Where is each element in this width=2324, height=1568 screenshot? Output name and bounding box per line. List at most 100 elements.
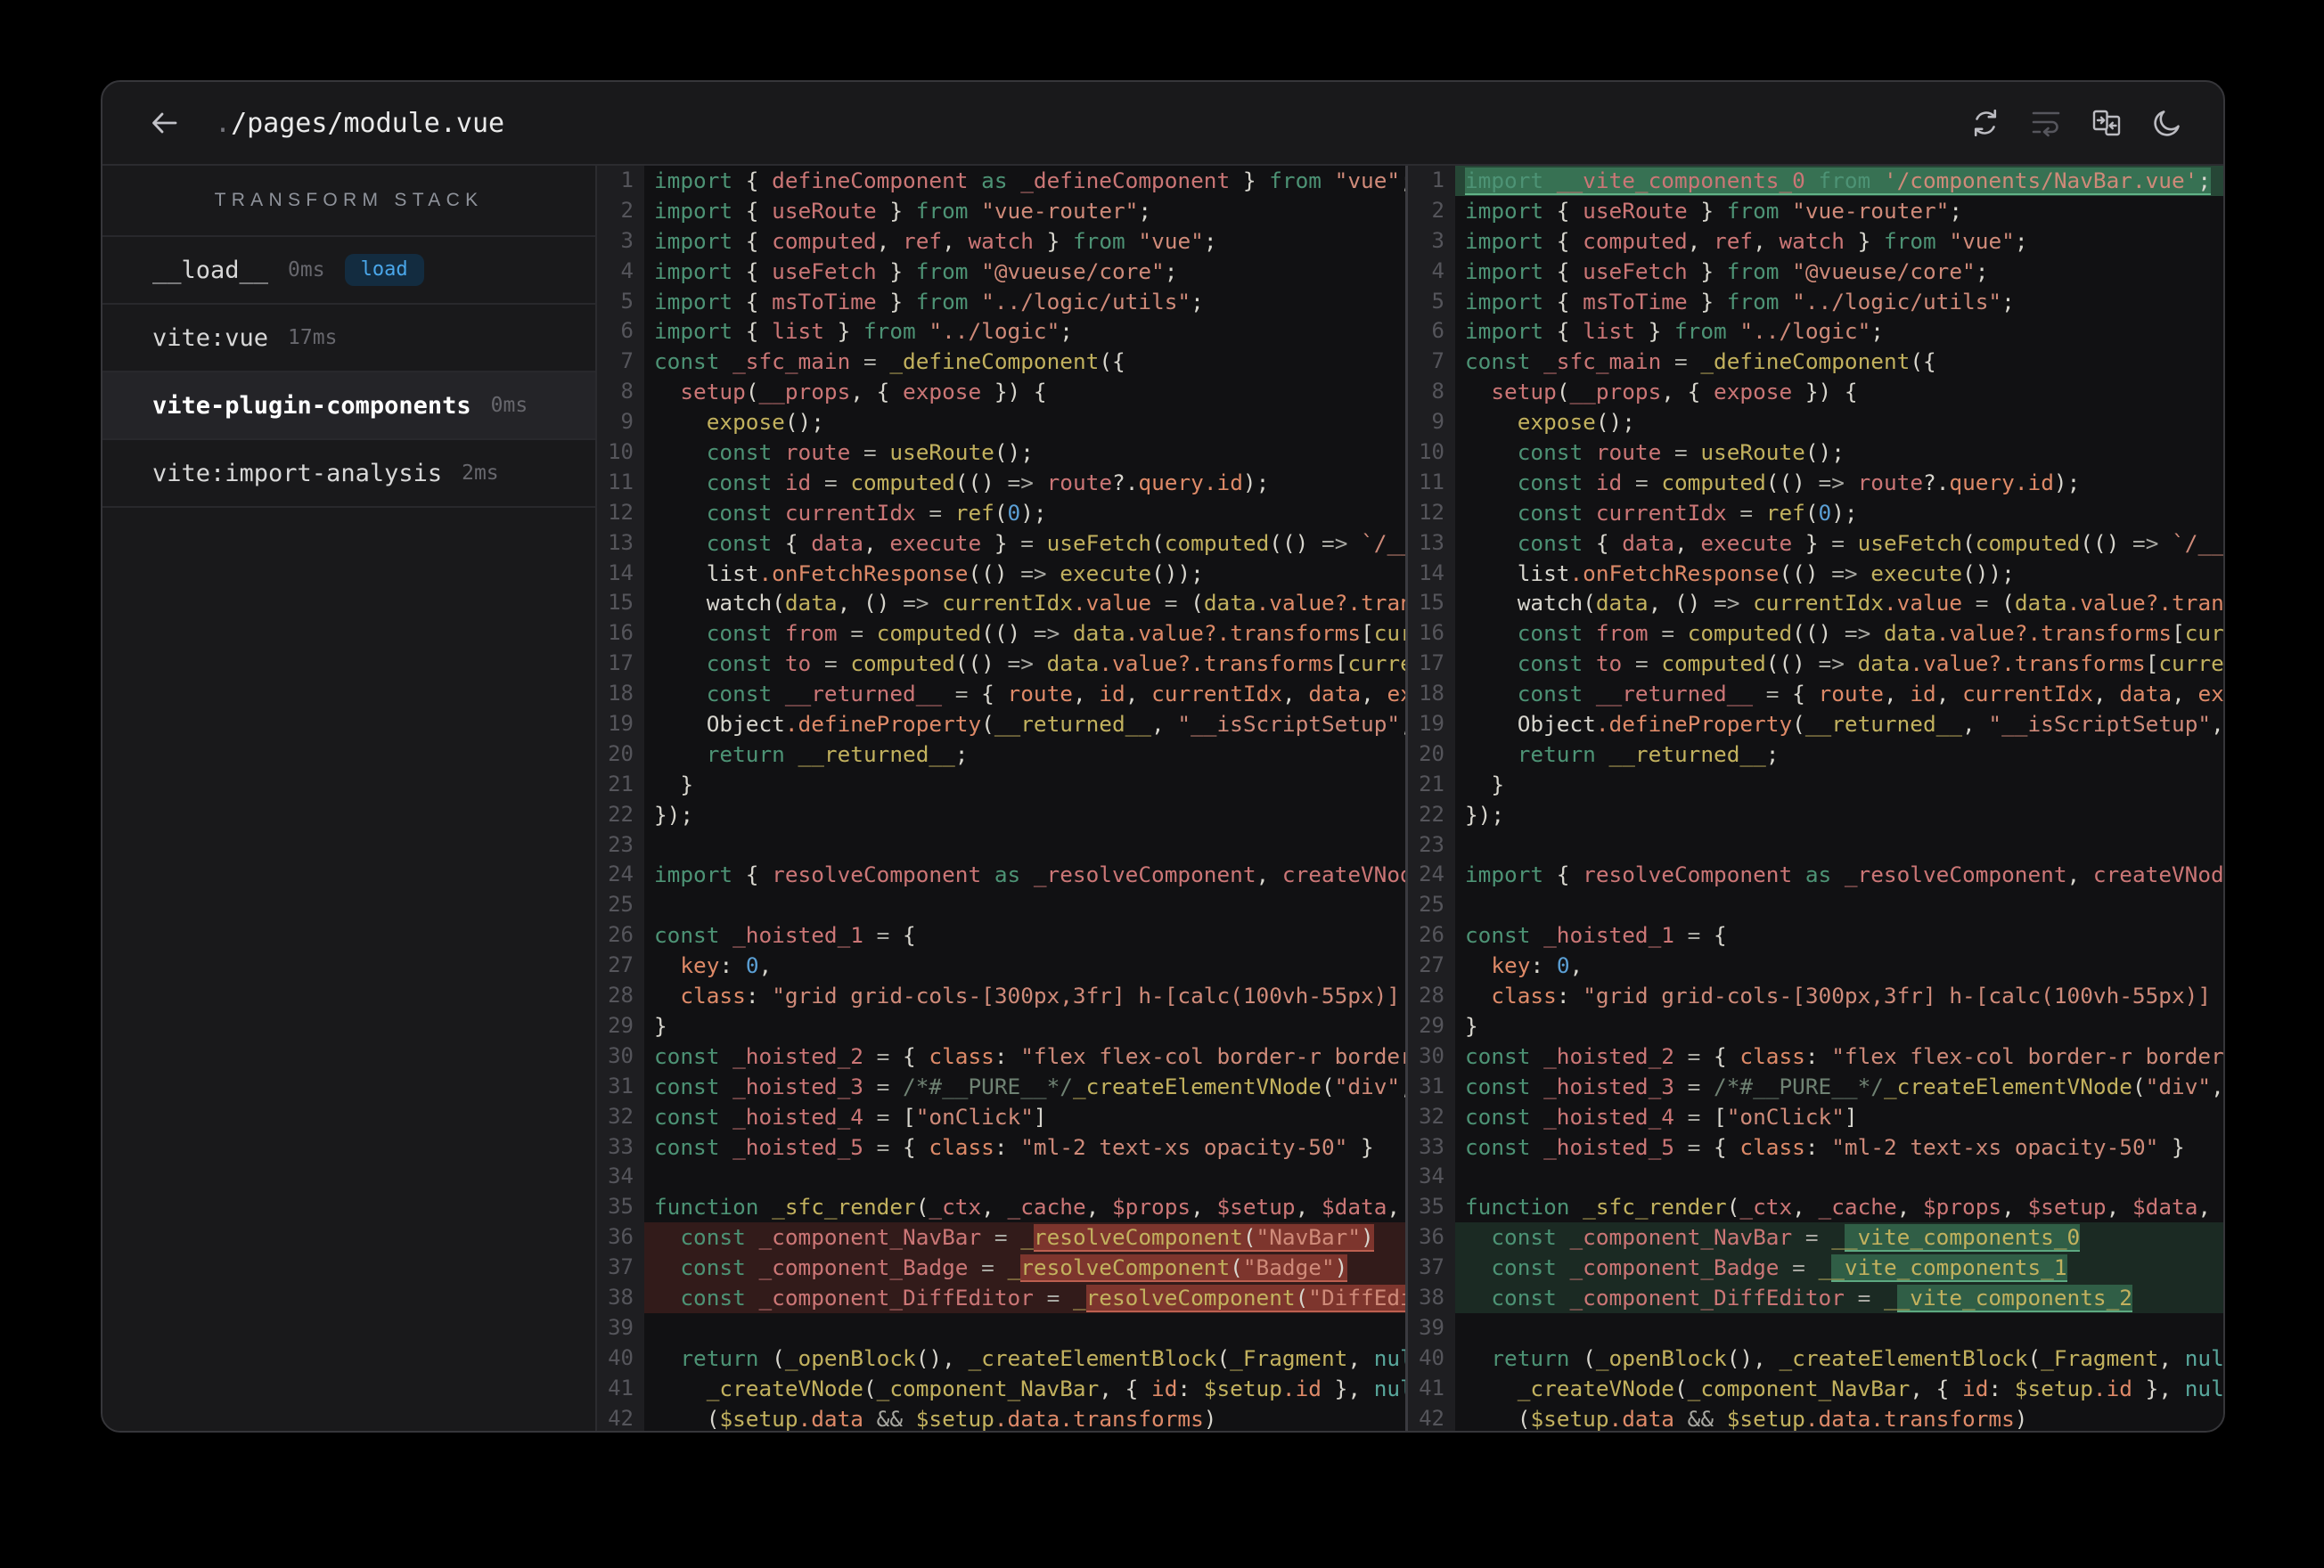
line-number: 29 [608, 1012, 634, 1038]
line-number: 19 [608, 711, 634, 737]
line-number: 12 [608, 499, 634, 525]
code-line: const id = computed(() => route?.query.i… [1517, 469, 2081, 495]
arrow-left-icon [152, 112, 177, 134]
code-line-removed: const _component_NavBar = _resolveCompon… [644, 1222, 1405, 1254]
line-number: 26 [608, 922, 634, 948]
code-line: const from = computed(() => data.value?.… [706, 620, 1405, 647]
code-line: class: "grid grid-cols-[300px,3fr] h-[ca… [680, 983, 1401, 1009]
sidebar-item-vite-vue[interactable]: vite:vue 17ms [102, 305, 595, 372]
line-number: 2 [1431, 197, 1444, 223]
refresh-icon [1974, 109, 1997, 137]
line-number: 34 [608, 1164, 634, 1189]
code-line: expose(); [706, 409, 824, 436]
file-path: ./pages/module.vue [215, 108, 504, 139]
line-number: 7 [620, 348, 634, 374]
line-number: 24 [608, 862, 634, 887]
code-line: import { useFetch } from "@vueuse/core"; [654, 257, 1178, 284]
code-line: return (_openBlock(), _createElementBloc… [680, 1344, 1405, 1371]
code-line: const to = computed(() => data.value?.tr… [706, 650, 1405, 677]
code-before: import { defineComponent as _defineCompo… [644, 166, 1405, 1431]
wrap-lines-button[interactable] [2029, 106, 2063, 140]
code-line-removed: const _component_DiffEditor = _resolveCo… [644, 1282, 1405, 1313]
line-number: 11 [1419, 469, 1444, 494]
line-number: 14 [1419, 559, 1444, 585]
line-number: 16 [608, 620, 634, 646]
line-number: 3 [1431, 227, 1444, 253]
line-number: 23 [1419, 831, 1444, 857]
file-path-prefix: . [215, 107, 232, 139]
line-number: 27 [608, 952, 634, 978]
line-number: 33 [608, 1133, 634, 1159]
code-line: const _sfc_main = _defineComponent({ [1465, 348, 1936, 375]
line-number: 13 [1419, 529, 1444, 555]
line-number-gutter-left: 1 2 3 4 5 6 7 8 9 10 11 12 13 14 15 16 17 18 19 20 21 22 23 24 2… [597, 166, 644, 1431]
code-line: key: 0, [1491, 952, 1583, 979]
code-line: const _hoisted_4 = ["onClick"] [654, 1103, 1047, 1130]
line-number: 30 [608, 1042, 634, 1068]
line-number: 17 [608, 650, 634, 676]
line-number: 39 [1419, 1314, 1444, 1340]
code-line: import { list } from "../logic"; [1465, 318, 1884, 345]
code-line: import { msToTime } from "../logic/utils… [1465, 288, 2015, 314]
code-line: const { data, execute } = useFetch(compu… [1517, 529, 2223, 556]
code-line: } [1465, 1012, 1478, 1039]
line-number: 41 [608, 1375, 634, 1401]
plugin-name: vite:import-analysis [152, 459, 443, 487]
line-number: 41 [1419, 1375, 1444, 1401]
back-button[interactable] [147, 105, 183, 141]
code-line: const route = useRoute(); [706, 439, 1034, 466]
code-line: watch(data, () => currentIdx.value = (da… [706, 590, 1405, 617]
code-line: const { data, execute } = useFetch(compu… [706, 529, 1405, 556]
code-line: import { msToTime } from "../logic/utils… [654, 288, 1204, 314]
line-number: 37 [1419, 1254, 1444, 1280]
diff-pane-before: 1 2 3 4 5 6 7 8 9 10 11 12 13 14 15 16 17 18 19 20 21 22 23 24 2… [597, 166, 1405, 1431]
code-line-added: const _component_Badge = __vite_componen… [1455, 1253, 2223, 1283]
code-line: } [1465, 771, 1505, 797]
line-number: 31 [1419, 1073, 1444, 1098]
sidebar-item-vite-plugin-components[interactable]: vite-plugin-components 0ms [102, 372, 595, 440]
code-line: const _hoisted_1 = { [1465, 922, 1727, 949]
code-line: list.onFetchResponse(() => execute()); [706, 559, 1204, 586]
line-number: 5 [1431, 288, 1444, 314]
line-number: 29 [1419, 1012, 1444, 1038]
code-line: const _hoisted_5 = { class: "ml-2 text-x… [654, 1133, 1374, 1160]
line-number: 8 [1431, 379, 1444, 404]
code-line: _createVNode(_component_NavBar, { id: $s… [706, 1375, 1405, 1401]
side-by-side-diff-button[interactable] [2090, 106, 2124, 140]
line-number: 20 [608, 740, 634, 766]
main-area: TRANSFORM STACK __load__ 0ms load vite:vue 1… [102, 166, 2223, 1431]
code-line: import { list } from "../logic"; [654, 318, 1073, 345]
line-number: 21 [608, 771, 634, 796]
dark-mode-moon-icon [2154, 110, 2180, 136]
line-number: 23 [608, 831, 634, 857]
sidebar-item-load[interactable]: __load__ 0ms load [102, 237, 595, 305]
line-number: 25 [608, 892, 634, 918]
code-line: return __returned__; [1517, 740, 1780, 767]
transform-stack-sidebar: TRANSFORM STACK __load__ 0ms load vite:vue 1… [102, 166, 597, 1431]
line-number: 10 [608, 439, 634, 465]
line-number: 6 [620, 318, 634, 344]
code-line: setup(__props, { expose }) { [1491, 379, 1858, 405]
code-line: const _hoisted_2 = { class: "flex flex-c… [1465, 1042, 2223, 1069]
code-line: import { computed, ref, watch } from "vu… [654, 227, 1217, 254]
code-line-added: import __vite_components_0 from '/compon… [1455, 166, 2223, 196]
refresh-button[interactable] [1968, 106, 2002, 140]
code-line: const _hoisted_3 = /*#__PURE__*/_createE… [654, 1073, 1405, 1099]
line-number: 1 [620, 167, 634, 192]
line-number: 30 [1419, 1042, 1444, 1068]
dark-mode-toggle[interactable] [2150, 106, 2184, 140]
code-line: const _hoisted_5 = { class: "ml-2 text-x… [1465, 1133, 2185, 1160]
code-line: watch(data, () => currentIdx.value = (da… [1517, 590, 2223, 617]
code-line: const __returned__ = { route, id, curren… [706, 681, 1405, 707]
code-line: expose(); [1517, 409, 1635, 436]
sidebar-item-vite-import-analysis[interactable]: vite:import-analysis 2ms [102, 440, 595, 508]
line-number: 34 [1419, 1164, 1444, 1189]
line-number: 22 [1419, 801, 1444, 827]
code-line: }); [1465, 801, 1505, 828]
line-number: 32 [608, 1103, 634, 1129]
line-number: 2 [620, 197, 634, 223]
line-number: 20 [1419, 740, 1444, 766]
